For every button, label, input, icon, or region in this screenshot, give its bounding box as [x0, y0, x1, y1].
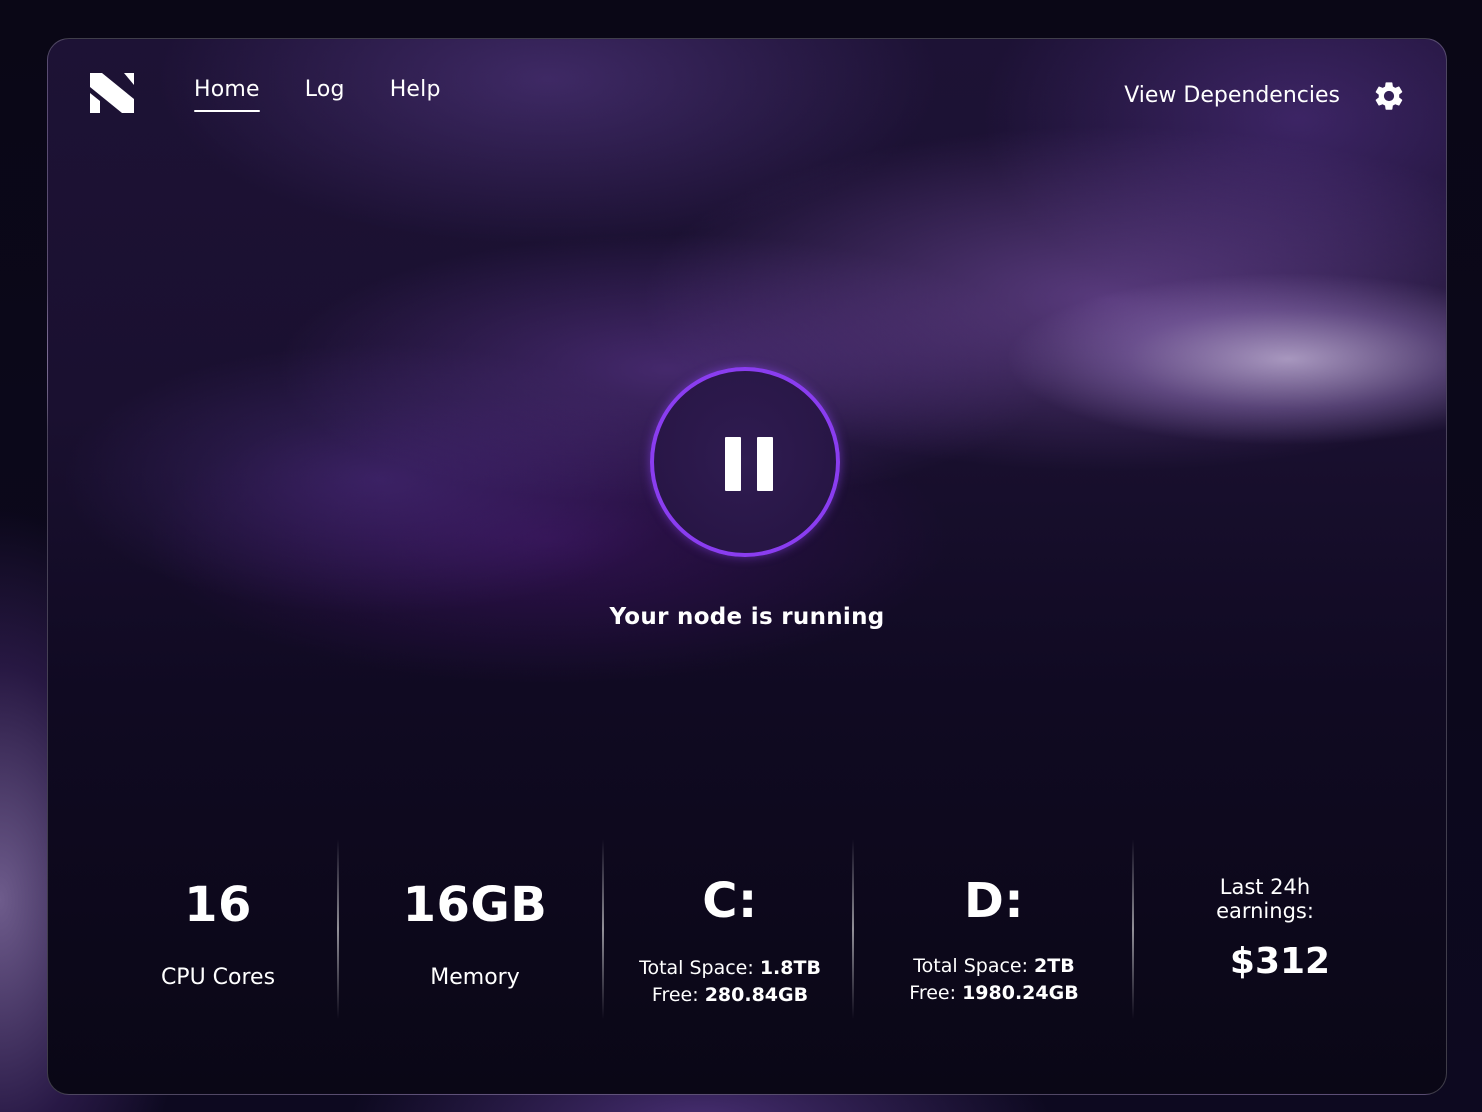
- drive-c-total-value: 1.8TB: [759, 957, 821, 979]
- drive-c-stat: C: Total Space: 1.8TB Free: 280.84GB: [605, 839, 855, 1057]
- cpu-cores-value: 16: [184, 877, 252, 933]
- stat-divider: [852, 839, 854, 1019]
- drive-d-free: Free: 1980.24GB: [855, 980, 1133, 1007]
- pause-node-button[interactable]: [650, 367, 840, 557]
- drive-c-free: Free: 280.84GB: [605, 982, 855, 1009]
- memory-stat: 16GB Memory: [340, 839, 610, 1061]
- drive-d-total-label: Total Space:: [913, 955, 1028, 977]
- drive-d-free-value: 1980.24GB: [962, 982, 1079, 1004]
- brand-logo-icon: [90, 73, 134, 113]
- drive-d-name: D:: [963, 873, 1025, 929]
- stat-divider: [602, 839, 604, 1019]
- earnings-value: $312: [1229, 941, 1331, 982]
- drive-d-stat: D: Total Space: 2TB Free: 1980.24GB: [855, 839, 1133, 1057]
- node-status-text: Your node is running: [609, 604, 885, 630]
- cpu-cores-label: CPU Cores: [160, 965, 276, 990]
- memory-value: 16GB: [402, 877, 548, 933]
- stat-divider: [337, 839, 339, 1019]
- drive-d-total: Total Space: 2TB: [855, 953, 1133, 980]
- tab-log[interactable]: Log: [305, 77, 345, 112]
- drive-c-free-value: 280.84GB: [704, 984, 809, 1006]
- tab-home[interactable]: Home: [194, 77, 260, 112]
- pause-icon-bar: [757, 437, 773, 491]
- stats-row: 16 CPU Cores 16GB Memory C: Total Space:…: [48, 839, 1446, 1019]
- view-dependencies-link[interactable]: View Dependencies: [1124, 83, 1340, 108]
- gear-icon[interactable]: [1372, 79, 1406, 113]
- stat-divider: [1132, 839, 1134, 1019]
- cpu-stat: 16 CPU Cores: [98, 839, 338, 1061]
- drive-c-total: Total Space: 1.8TB: [605, 955, 855, 982]
- drive-d-total-value: 2TB: [1034, 955, 1075, 977]
- earnings-label-line1: Last 24h: [1219, 875, 1311, 899]
- drive-d-free-label: Free:: [909, 982, 957, 1004]
- main-nav: Home Log Help: [194, 77, 441, 112]
- app-window: Home Log Help View Dependencies Your nod…: [47, 38, 1447, 1095]
- drive-c-name: C:: [702, 873, 758, 929]
- drive-c-free-label: Free:: [651, 984, 699, 1006]
- earnings-label-line2: earnings:: [1216, 899, 1314, 923]
- earnings-stat: Last 24h earnings: $312: [1135, 839, 1395, 1055]
- drive-c-total-label: Total Space:: [639, 957, 754, 979]
- tab-help[interactable]: Help: [390, 77, 441, 112]
- memory-label: Memory: [430, 965, 520, 990]
- pause-icon: [725, 437, 741, 491]
